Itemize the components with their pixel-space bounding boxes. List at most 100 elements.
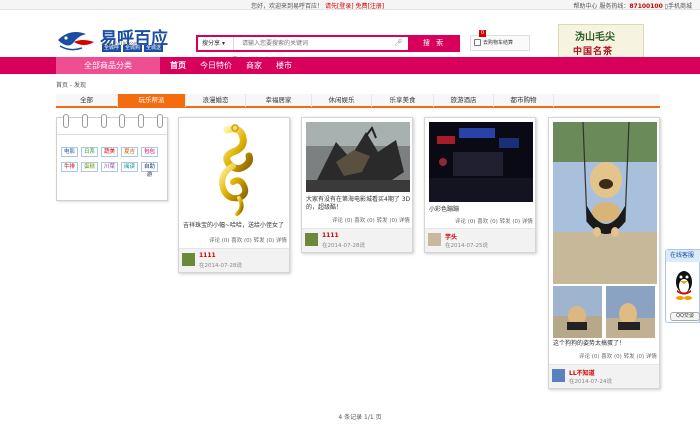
main-nav: 全部商品分类 首页 今日特价 商家 楼市	[0, 57, 700, 74]
user-avatar[interactable]	[305, 233, 318, 246]
movie-poster-image	[306, 122, 410, 192]
slogans: 全城呼 全城购 全城送	[102, 45, 164, 52]
tab-fun-groups[interactable]: 玩乐帮派	[118, 94, 186, 107]
nav-item-real-estate[interactable]: 楼市	[276, 57, 292, 74]
pagination: 4 条记录 1/1 页	[338, 414, 382, 421]
card-user-bar: 1111 在2014-07-28说	[179, 248, 289, 272]
top-right-links: 帮助中心 服务热线：87100100 ▯手机商城	[573, 1, 692, 10]
top-bar: 您好，欢迎来到易呼百应！ 请先[登录] 免费[注册] 帮助中心 服务热线：871…	[0, 0, 700, 10]
user-avatar[interactable]	[428, 233, 441, 246]
register-link[interactable]: 免费[注册]	[356, 3, 385, 10]
user-avatar[interactable]	[552, 369, 565, 382]
post-date: 在2014-07-24说	[569, 379, 612, 385]
card-image[interactable]	[306, 122, 410, 192]
tag-item[interactable]: 夏吉	[121, 147, 138, 157]
hotline-number: 87100100	[629, 3, 663, 10]
microphone-icon[interactable]: 🎤︎	[394, 39, 403, 47]
tag-item[interactable]: 蔬美	[101, 147, 118, 157]
cart-icon	[474, 39, 481, 46]
card-title[interactable]: 小彩色蹦蹦	[429, 206, 535, 214]
tab-food[interactable]: 乐享美食	[372, 94, 434, 107]
tag-item[interactable]: 包包	[141, 147, 158, 157]
night-lights-image	[429, 122, 533, 202]
tab-romance[interactable]: 浪漫婚恋	[186, 94, 246, 107]
cart-count-badge: 0	[479, 30, 486, 37]
cart-button[interactable]: 0 去购物车结算	[470, 30, 530, 51]
share-card[interactable]: 大家有没有在第海电影城看买4期了 3D的，超级酷！ 评论 (0) 喜欢 (0) …	[301, 117, 413, 253]
nav-item-home[interactable]: 首页	[170, 57, 186, 74]
nav-item-daily-deals[interactable]: 今日特价	[200, 57, 232, 74]
header: 易呼百应 www.ehu100.com 全城呼 全城购 全城送 搜分享 🎤︎ 搜…	[0, 10, 700, 64]
user-name[interactable]: 1111	[322, 232, 339, 239]
card-image[interactable]	[429, 122, 533, 202]
share-card[interactable]: 小彩色蹦蹦 评论 (0) 喜欢 (0) 转发 (0) 详情 芋头 在2014-0…	[424, 117, 536, 253]
tab-shopping[interactable]: 都市购物	[494, 94, 554, 107]
dog-thumb-image	[553, 286, 602, 338]
tab-travel-hotel[interactable]: 旅游酒店	[434, 94, 494, 107]
binder-rings	[63, 114, 163, 128]
card-user-bar: LL不知道 在2014-07-24说	[549, 364, 659, 388]
tag-item[interactable]: 牛排	[61, 162, 78, 172]
share-card[interactable]: 吉祥珠宝的小幅~哈哈，送给小侄女了 评论 (0) 喜欢 (0) 转发 (0) 详…	[178, 117, 290, 273]
breadcrumb: 首页 - 发现	[56, 82, 86, 89]
card-stats[interactable]: 评论 (0) 喜欢 (0) 转发 (0) 详情	[332, 216, 410, 224]
tab-all[interactable]: 全部	[56, 94, 118, 107]
card-stats[interactable]: 评论 (0) 喜欢 (0) 转发 (0) 详情	[209, 236, 287, 244]
nav-item-merchants[interactable]: 商家	[246, 57, 262, 74]
qq-penguin-icon	[676, 271, 692, 300]
tag-list: 电影 日系 蔬美 夏吉 包包 牛排 蛋糕 川菜 阅读 自助游	[61, 147, 165, 178]
card-image[interactable]	[553, 122, 657, 284]
tab-home-living[interactable]: 幸福居家	[246, 94, 312, 107]
tag-item[interactable]: 日系	[81, 147, 98, 157]
user-name[interactable]: 1111	[199, 252, 216, 259]
slogan: 全城送	[144, 45, 164, 52]
slogan: 全城呼	[102, 45, 122, 52]
bird-logo-icon	[58, 32, 94, 51]
search-button[interactable]: 搜 索	[408, 35, 460, 52]
card-user-bar: 1111 在2014-07-28说	[302, 228, 412, 252]
post-date: 在2014-07-28说	[199, 263, 242, 269]
search-input[interactable]	[242, 38, 412, 49]
slogan: 全城购	[123, 45, 143, 52]
card-thumb-image[interactable]	[553, 286, 602, 338]
tag-item[interactable]: 自助游	[141, 162, 158, 178]
online-service-widget[interactable]: 在线客服 QQ交谈	[665, 249, 700, 323]
share-card[interactable]: 这个狗狗的姿势太搞蛋了！ 评论 (0) 喜欢 (0) 转发 (0) 详情 LL不…	[548, 117, 660, 389]
user-name[interactable]: LL不知道	[569, 368, 595, 377]
card-user-bar: 芋头 在2014-07-25说	[425, 228, 535, 252]
site-logo[interactable]: 易呼百应 www.ehu100.com 全城呼 全城购 全城送	[56, 22, 176, 58]
tag-item[interactable]: 电影	[61, 147, 78, 157]
gold-pendant-image	[219, 124, 253, 216]
card-stats[interactable]: 评论 (0) 喜欢 (0) 转发 (0) 详情	[455, 217, 533, 225]
tea-ad-banner[interactable]: 沩山毛尖 中国名茶	[558, 24, 644, 58]
tag-item[interactable]: 蛋糕	[81, 162, 98, 172]
welcome-text: 您好，欢迎来到易呼百应！ 请先[登录] 免费[注册]	[251, 3, 385, 10]
post-date: 在2014-07-28说	[322, 243, 365, 249]
tag-item[interactable]: 阅读	[121, 162, 138, 172]
all-categories-button[interactable]: 全部商品分类	[56, 57, 160, 74]
tea-ad-line2: 中国名茶	[573, 47, 614, 57]
cart-label: 去购物车结算	[483, 40, 514, 46]
card-stats[interactable]: 评论 (0) 喜欢 (0) 转发 (0) 详情	[579, 352, 657, 360]
card-title[interactable]: 这个狗狗的姿势太搞蛋了！	[553, 340, 659, 348]
card-title[interactable]: 吉祥珠宝的小幅~哈哈，送给小侄女了	[183, 222, 289, 230]
tea-ad-line1: 沩山毛尖	[575, 32, 615, 43]
card-thumb-image[interactable]	[606, 286, 655, 338]
dog-on-swing-image	[553, 122, 657, 284]
tag-item[interactable]: 川菜	[101, 162, 118, 172]
category-tabs: 全部 玩乐帮派 浪漫婚恋 幸福居家 休闲娱乐 乐享美食 旅游酒店 都市购物	[56, 94, 660, 108]
tab-leisure[interactable]: 休闲娱乐	[312, 94, 372, 107]
mobile-mall-link[interactable]: 手机商城	[668, 3, 692, 10]
card-image[interactable]	[183, 122, 287, 218]
tag-panel: 电影 日系 蔬美 夏吉 包包 牛排 蛋糕 川菜 阅读 自助游	[56, 114, 168, 201]
qq-chat-button[interactable]: QQ交谈	[670, 312, 700, 321]
login-link[interactable]: 请先[登录]	[325, 3, 354, 10]
post-date: 在2014-07-25说	[445, 243, 488, 249]
help-center-link[interactable]: 帮助中心 服务热线：	[573, 3, 629, 10]
nav-items: 首页 今日特价 商家 楼市	[170, 57, 292, 74]
user-name[interactable]: 芋头	[445, 232, 457, 241]
user-avatar[interactable]	[182, 253, 195, 266]
card-title[interactable]: 大家有没有在第海电影城看买4期了 3D的，超级酷！	[306, 196, 412, 212]
dog-thumb-image	[606, 286, 655, 338]
search-category-select[interactable]: 搜分享	[198, 37, 234, 50]
